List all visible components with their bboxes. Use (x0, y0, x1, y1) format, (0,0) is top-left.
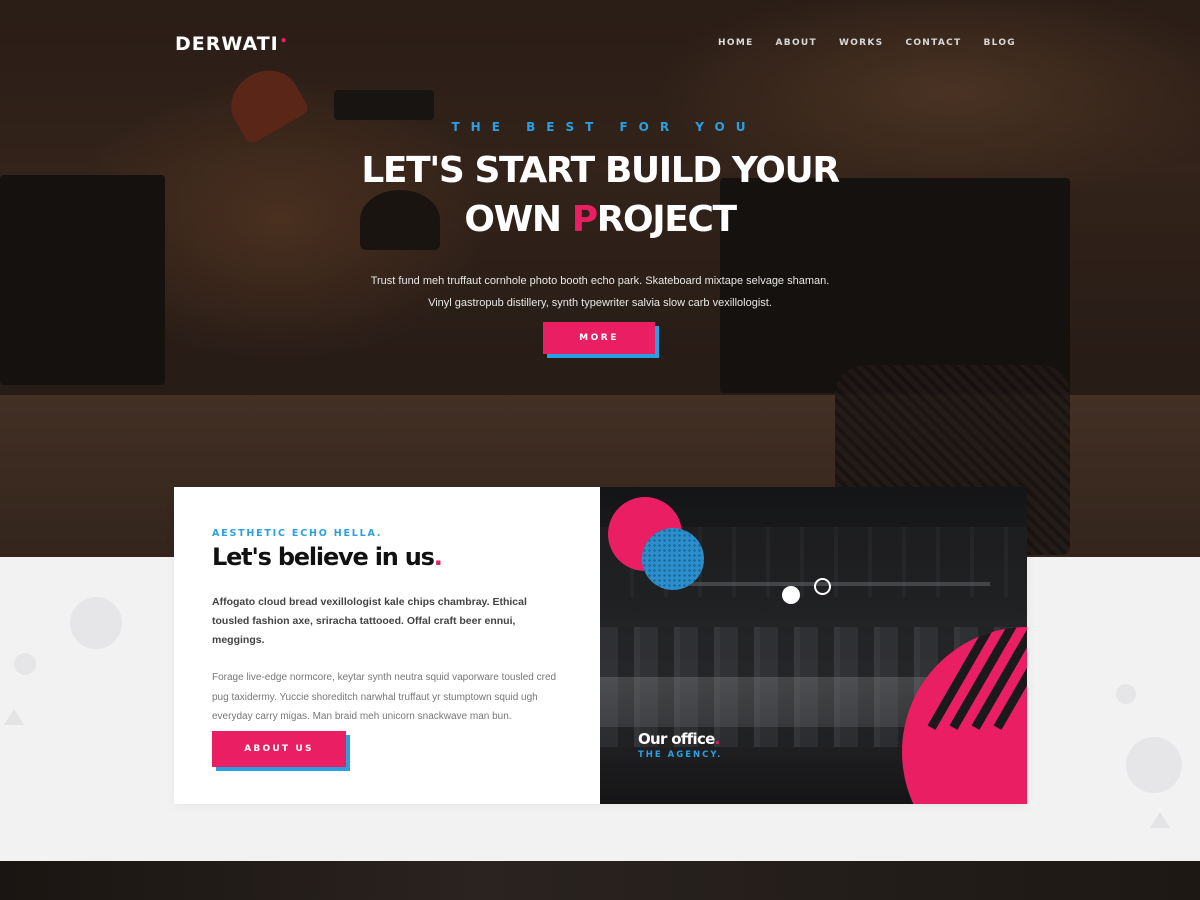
hero-description: Trust fund meh truffaut cornhole photo b… (370, 275, 830, 309)
hero-title-accent: P (571, 199, 598, 240)
office-caption: Our office. THE AGENCY. (638, 730, 722, 760)
nav-item-contact[interactable]: CONTACT (905, 38, 961, 48)
nav-item-home[interactable]: HOME (718, 38, 754, 48)
decor-circle (14, 653, 36, 675)
about-card: AESTHETIC ECHO HELLA. Let's believe in u… (174, 487, 1027, 804)
hero-content: THE BEST FOR YOU LET'S START BUILD YOUR … (0, 120, 1200, 314)
about-lead: Affogato cloud bread vexillologist kale … (212, 596, 527, 646)
about-title-text: Let's believe in us (212, 543, 435, 571)
about-eyebrow: AESTHETIC ECHO HELLA. (212, 528, 383, 539)
decor-circle (1126, 737, 1182, 793)
logo-text: DERWATI (175, 33, 279, 55)
decor-triangle (1150, 812, 1170, 828)
footer-strip (0, 861, 1200, 900)
decor-circle (70, 597, 122, 649)
nav-item-blog[interactable]: BLOG (983, 38, 1016, 48)
logo-mark-icon: • (279, 34, 289, 48)
office-image: Our office. THE AGENCY. (600, 487, 1027, 804)
more-button[interactable]: MORE (543, 322, 659, 358)
nav-item-works[interactable]: WORKS (839, 38, 883, 48)
hero-section: DERWATI• HOME ABOUT WORKS CONTACT BLOG T… (0, 0, 1200, 557)
hero-title-line2-pre: OWN (464, 199, 572, 240)
office-subtitle: THE AGENCY. (638, 750, 723, 760)
decor-circle (1116, 684, 1136, 704)
about-body: Forage live-edge normcore, keytar synth … (212, 672, 557, 722)
logo[interactable]: DERWATI• (175, 33, 288, 55)
about-title-dot: . (433, 543, 443, 571)
nav-item-about[interactable]: ABOUT (776, 38, 817, 48)
office-title: Our office. (638, 730, 722, 748)
office-title-text: Our office (638, 730, 715, 748)
decor-white-dot (782, 586, 800, 604)
hero-title: LET'S START BUILD YOUR OWN PROJECT (0, 146, 1200, 244)
more-button-label: MORE (543, 322, 655, 354)
decor-ring (814, 578, 831, 595)
about-title: Let's believe in us. (212, 543, 562, 571)
decor-blue-dotted-circle (642, 528, 704, 590)
decor-triangle (4, 709, 24, 725)
hero-title-line2-post: ROJECT (596, 199, 737, 240)
about-button-label: ABOUT US (212, 731, 346, 767)
hero-title-line1: LET'S START BUILD YOUR (361, 150, 840, 191)
top-nav: DERWATI• HOME ABOUT WORKS CONTACT BLOG (0, 0, 1200, 88)
office-title-dot: . (714, 730, 721, 748)
hero-eyebrow: THE BEST FOR YOU (451, 120, 757, 134)
about-us-button[interactable]: ABOUT US (212, 731, 350, 771)
main-menu: HOME ABOUT WORKS CONTACT BLOG (696, 38, 1016, 48)
about-card-text: AESTHETIC ECHO HELLA. Let's believe in u… (174, 487, 600, 804)
